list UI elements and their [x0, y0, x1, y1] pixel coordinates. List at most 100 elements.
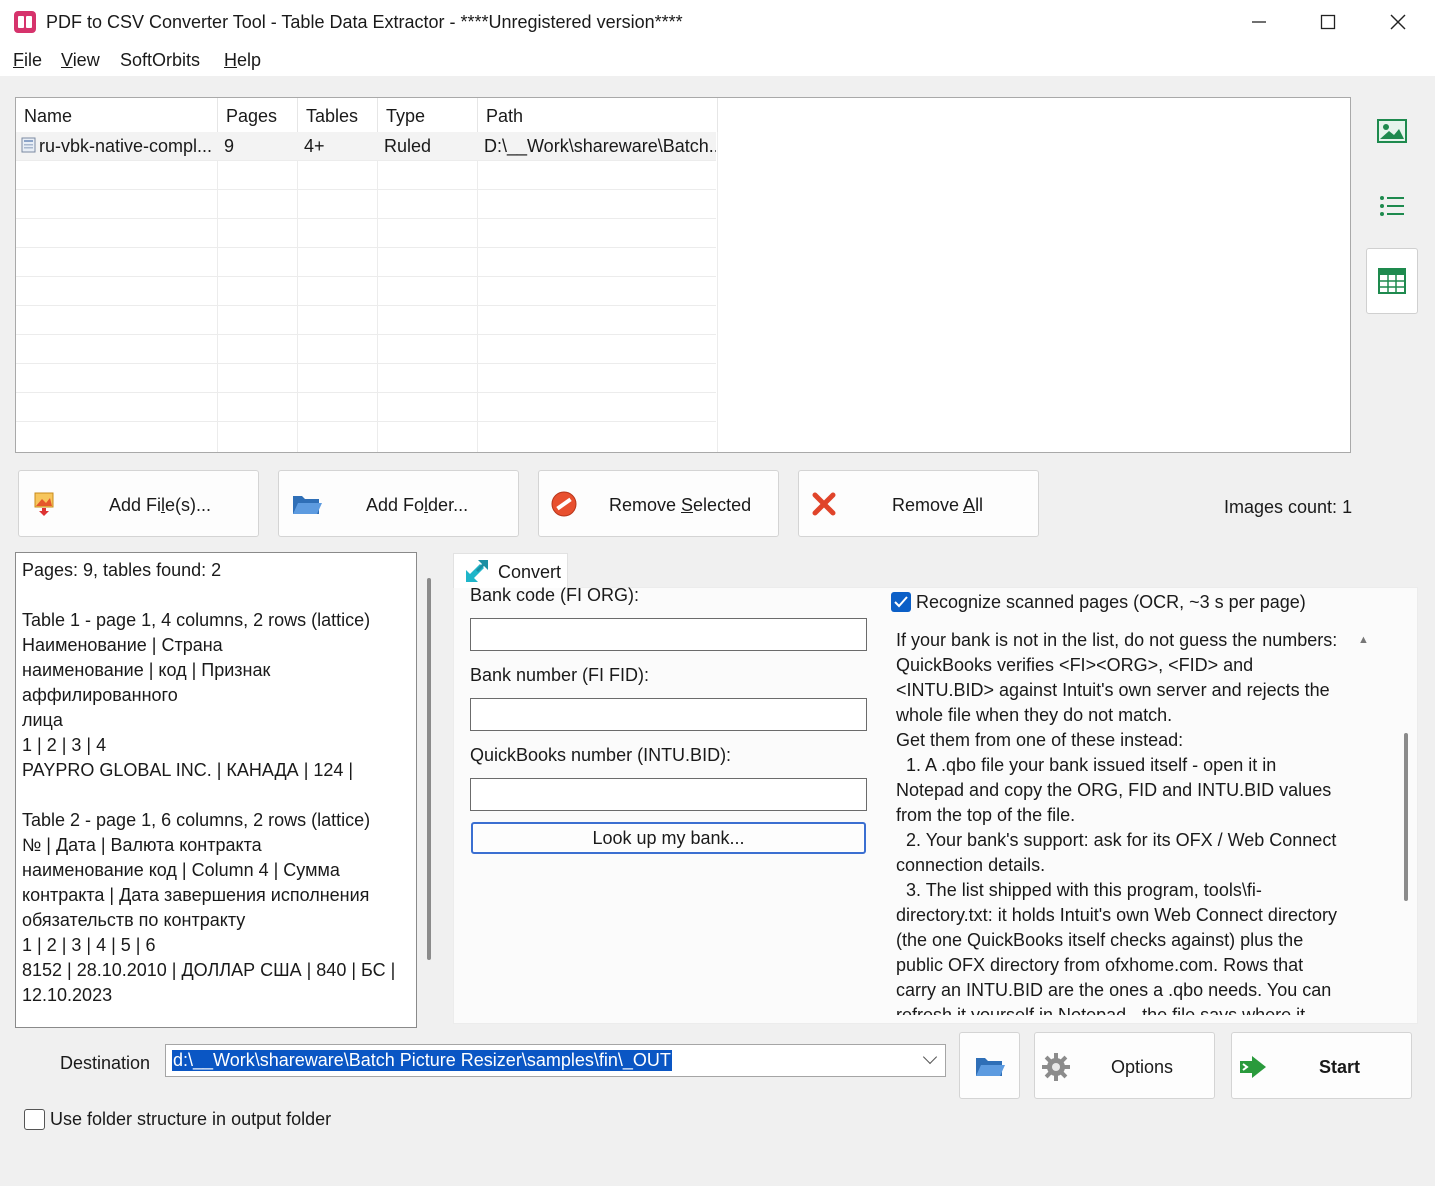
table-icon: [1378, 268, 1406, 294]
add-folder-label: Add Folder...: [366, 495, 469, 515]
empty-row: [16, 277, 716, 306]
log-line: Наименование | Страна: [22, 635, 223, 655]
help-line: 3. The list shipped with this program, t…: [896, 880, 1262, 900]
menu-softorbits[interactable]: SoftOrbits: [120, 50, 200, 71]
log-line: 8152 | 28.10.2010 | ДОЛЛАР США | 840 | Б…: [22, 960, 396, 980]
close-icon: [1390, 14, 1406, 30]
column-header-path[interactable]: Path: [478, 98, 718, 132]
folder-icon: [293, 496, 322, 514]
bank-code-input[interactable]: [470, 618, 867, 651]
add-folder-button[interactable]: Add Folder...: [278, 470, 519, 537]
empty-row: [16, 335, 716, 364]
app-icon: [14, 11, 36, 33]
convert-icon: [466, 560, 488, 582]
chevron-down-icon[interactable]: [922, 1049, 938, 1065]
help-line: (the one QuickBooks itself checks agains…: [896, 930, 1304, 950]
help-line: public OFX directory from ofxhome.com. R…: [896, 955, 1304, 975]
log-line: 1 | 2 | 3 | 4: [22, 735, 107, 755]
tab-convert[interactable]: Convert: [453, 553, 568, 588]
empty-row: [16, 190, 716, 219]
file-list[interactable]: Name Pages Tables Type Path ru-vbk-nativ…: [15, 97, 1351, 453]
gear-icon: [1042, 1053, 1070, 1081]
bank-number-label: Bank number (FI FID):: [470, 665, 650, 685]
remove-all-label: Remove All: [892, 495, 984, 515]
list-view-button[interactable]: [1366, 173, 1418, 239]
menu-help[interactable]: Help: [224, 50, 261, 71]
destination-combo[interactable]: d:\__Work\shareware\Batch Picture Resize…: [165, 1044, 946, 1077]
help-line: carry an INTU.BID are the ones a .qbo ne…: [896, 980, 1332, 1000]
ocr-checkbox[interactable]: [891, 592, 911, 612]
scroll-up-arrow-icon[interactable]: ▲: [1358, 634, 1369, 646]
thumbnail-view-button[interactable]: [1366, 98, 1418, 164]
images-count: Images count: 1: [1224, 497, 1353, 517]
list-icon: [1380, 196, 1404, 216]
use-folder-structure-label[interactable]: Use folder structure in output folder: [50, 1109, 331, 1130]
empty-row: [16, 219, 716, 248]
column-header-type[interactable]: Type: [378, 98, 478, 132]
minimize-icon: [1252, 21, 1266, 23]
table-view-button[interactable]: [1366, 248, 1418, 314]
help-line: Notepad and copy the ORG, FID and INTU.B…: [896, 780, 1332, 800]
start-button[interactable]: Start: [1231, 1032, 1412, 1099]
add-files-label: Add File(s)...: [109, 495, 212, 515]
column-header-tables[interactable]: Tables: [298, 98, 378, 132]
empty-row: [16, 306, 716, 335]
remove-selected-label: Remove Selected: [609, 495, 752, 515]
menu-bar: [0, 44, 1435, 76]
use-folder-structure-checkbox[interactable]: [24, 1109, 45, 1130]
image-icon: [1377, 119, 1407, 143]
help-line: QuickBooks verifies <FI><ORG>, <FID> and: [896, 655, 1254, 675]
ocr-label[interactable]: Recognize scanned pages (OCR, ~3 s per p…: [916, 592, 1306, 613]
options-label: Options: [1111, 1057, 1174, 1077]
log-line: контракта | Дата завершения исполнения: [22, 885, 370, 905]
start-arrow-icon: [1240, 1056, 1266, 1078]
add-image-icon: [34, 492, 54, 516]
options-button[interactable]: Options: [1034, 1032, 1215, 1099]
window-title: PDF to CSV Converter Tool - Table Data E…: [46, 12, 683, 32]
empty-row: [16, 364, 716, 393]
log-line: обязательств по контракту: [22, 910, 246, 930]
log-line: наименование | код | Признак: [22, 660, 271, 680]
bank-number-input[interactable]: [470, 698, 867, 731]
browse-folder-button[interactable]: [959, 1032, 1020, 1099]
cell-path: D:\__Work\shareware\Batch...: [484, 136, 716, 156]
help-line: <INTU.BID> against Intuit's own server a…: [896, 680, 1330, 700]
help-line: Get them from one of these instead:: [896, 730, 1184, 750]
cell-pages: 9: [224, 136, 235, 156]
help-line: connection details.: [896, 855, 1046, 875]
folder-icon: [976, 1058, 1005, 1076]
empty-row: [16, 161, 716, 190]
extraction-log[interactable]: Pages: 9, tables found: 2 Table 1 - page…: [15, 552, 417, 1028]
look-up-bank-button[interactable]: Look up my bank...: [471, 822, 866, 854]
cell-name: ru-vbk-native-compl...: [39, 136, 213, 156]
empty-row: [16, 248, 716, 277]
quickbooks-number-label: QuickBooks number (INTU.BID):: [470, 745, 732, 765]
help-line: directory.txt: it holds Intuit's own Web…: [896, 905, 1337, 925]
menu-file[interactable]: File: [13, 50, 42, 71]
close-button[interactable]: [1363, 0, 1433, 44]
bank-help-text[interactable]: If your bank is not in the list, do not …: [887, 625, 1357, 1015]
quickbooks-number-input[interactable]: [470, 778, 867, 811]
help-scrollbar[interactable]: [1404, 733, 1408, 901]
delete-x-icon: [812, 492, 836, 516]
log-line: Pages: 9, tables found: 2: [22, 560, 222, 580]
add-files-button[interactable]: Add File(s)...: [18, 470, 259, 537]
log-line: лица: [22, 710, 63, 730]
column-header-name[interactable]: Name: [16, 98, 218, 132]
log-line: аффилированного: [22, 685, 178, 705]
remove-all-button[interactable]: Remove All: [798, 470, 1039, 537]
log-line: № | Дата | Валюта контракта: [22, 835, 262, 855]
remove-icon: [551, 491, 577, 517]
column-header-pages[interactable]: Pages: [218, 98, 298, 132]
tab-convert-label: Convert: [498, 562, 562, 582]
maximize-button[interactable]: [1293, 0, 1363, 44]
start-label: Start: [1319, 1057, 1361, 1077]
minimize-button[interactable]: [1224, 0, 1294, 44]
menu-view[interactable]: View: [61, 50, 100, 71]
log-scrollbar[interactable]: [427, 578, 431, 960]
remove-selected-button[interactable]: Remove Selected: [538, 470, 779, 537]
checkmark-icon: [894, 596, 908, 608]
destination-value[interactable]: d:\__Work\shareware\Batch Picture Resize…: [172, 1050, 672, 1071]
cell-tables: 4+: [304, 136, 325, 156]
